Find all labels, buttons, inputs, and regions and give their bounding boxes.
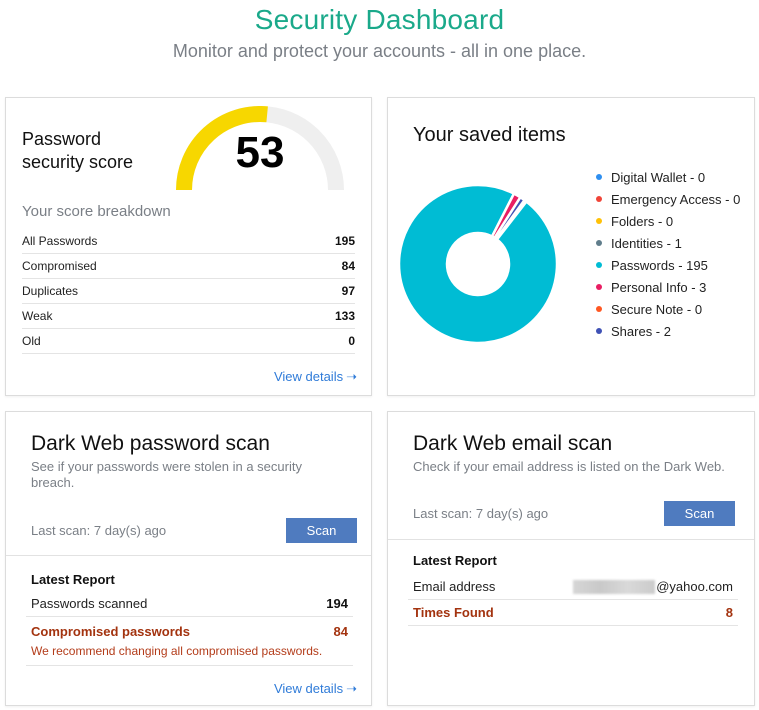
legend-dot-icon: [596, 306, 602, 312]
legend-label: Identities - 1: [611, 235, 682, 251]
legend-dot-icon: [596, 218, 602, 224]
report-label: Times Found: [413, 605, 494, 620]
score-value: 53: [235, 128, 285, 177]
view-details-label: View details: [273, 681, 344, 696]
compromised-recommendation: We recommend changing all compromised pa…: [31, 644, 323, 658]
password-scan-title: Dark Web password scan: [31, 432, 270, 455]
password-report-title: Latest Report: [31, 572, 115, 587]
legend-label: Personal Info - 3: [611, 279, 707, 295]
report-label: Compromised passwords: [31, 624, 190, 639]
legend-item-identities: Identities - 1: [596, 232, 740, 254]
report-value: 8: [725, 605, 733, 620]
password-scan-description: See if your passwords were stolen in a s…: [31, 459, 302, 490]
email-last-scan: Last scan: 7 day(s) ago: [413, 506, 549, 521]
page-subtitle: Monitor and protect your accounts - all …: [172, 41, 587, 61]
breakdown-label: Duplicates: [22, 284, 79, 298]
donut-slice-passwords: [397, 183, 559, 345]
report-row-compromised-passwords: Compromised passwords 84 We recommend cha…: [26, 617, 353, 666]
report-row-times-found: Times Found 8: [408, 600, 738, 626]
report-row-passwords-scanned: Passwords scanned 194: [26, 591, 353, 617]
report-label: Email address: [413, 579, 496, 594]
legend-label: Secure Note - 0: [611, 301, 703, 317]
breakdown-label: Old: [22, 334, 41, 348]
redacted-email-username: [573, 579, 656, 594]
report-value: 194: [326, 596, 348, 611]
legend-label: Emergency Access - 0: [611, 191, 741, 207]
page-title: Security Dashboard: [254, 4, 505, 35]
legend-item-personal-info: Personal Info - 3: [596, 276, 740, 298]
report-label: Passwords scanned: [31, 596, 148, 611]
breakdown-value: 0: [348, 334, 355, 348]
legend-dot-icon: [596, 328, 602, 334]
legend-item-secure-note: Secure Note - 0: [596, 298, 740, 320]
email-domain: @yahoo.com: [656, 579, 733, 594]
score-card-title: Password security score: [22, 129, 134, 172]
email-scan-title: Dark Web email scan: [413, 432, 613, 455]
password-scan-button[interactable]: Scan: [286, 518, 357, 543]
email-report-list: Email address @yahoo.com Times Found 8: [408, 574, 738, 626]
legend-item-digital-wallet: Digital Wallet - 0: [596, 166, 740, 188]
dark-web-email-scan-card: Dark Web email scan Check if your email …: [387, 411, 755, 706]
breakdown-value: 133: [334, 309, 355, 323]
legend-dot-icon: [596, 262, 602, 268]
password-last-scan: Last scan: 7 day(s) ago: [31, 523, 167, 538]
saved-items-title: Your saved items: [413, 124, 566, 146]
password-scan-view-details-link[interactable]: View details ➝: [274, 681, 357, 696]
breakdown-label: All Passwords: [22, 234, 98, 248]
arrow-right-icon: ➝: [346, 369, 357, 384]
breakdown-value: 84: [341, 259, 355, 273]
breakdown-row-duplicates: Duplicates 97: [22, 279, 355, 304]
section-divider: [6, 555, 371, 556]
breakdown-row-old: Old 0: [22, 329, 355, 354]
legend-label: Passwords - 195: [611, 257, 708, 273]
email-report-title: Latest Report: [413, 553, 497, 568]
email-address-value: @yahoo.com: [573, 579, 733, 594]
report-row-email-address: Email address @yahoo.com: [408, 574, 738, 600]
email-scan-button[interactable]: Scan: [664, 501, 735, 526]
view-details-label: View details: [273, 369, 344, 384]
legend-item-passwords: Passwords - 195: [596, 254, 740, 276]
saved-items-donut-chart: [397, 183, 559, 345]
email-scan-description: Check if your email address is listed on…: [413, 459, 725, 474]
legend-dot-icon: [596, 196, 602, 202]
legend-label: Shares - 2: [611, 323, 671, 339]
score-breakdown-list: All Passwords 195 Compromised 84 Duplicate…: [22, 229, 355, 354]
breakdown-row-compromised: Compromised 84: [22, 254, 355, 279]
password-report-list: Passwords scanned 194 Compromised passwor…: [26, 591, 353, 666]
legend-item-shares: Shares - 2: [596, 320, 740, 342]
breakdown-value: 195: [334, 234, 355, 248]
password-score-card: Password security score 53 Your score br…: [5, 97, 372, 396]
section-divider: [388, 539, 754, 540]
breakdown-row-all-passwords: All Passwords 195: [22, 229, 355, 254]
legend-item-emergency-access: Emergency Access - 0: [596, 188, 740, 210]
legend-dot-icon: [596, 240, 602, 246]
legend-dot-icon: [596, 284, 602, 290]
breakdown-title: Your score breakdown: [22, 203, 171, 220]
report-value: 84: [333, 624, 348, 639]
legend-dot-icon: [596, 174, 602, 180]
breakdown-row-weak: Weak 133: [22, 304, 355, 329]
breakdown-label: Compromised: [22, 259, 97, 273]
saved-items-card: Your saved items Digital Wallet - 0 Emer…: [387, 97, 755, 396]
legend-label: Folders - 0: [611, 213, 674, 229]
arrow-right-icon: ➝: [346, 681, 357, 696]
saved-items-legend: Digital Wallet - 0 Emergency Access - 0 …: [596, 166, 740, 342]
breakdown-label: Weak: [22, 309, 53, 323]
score-view-details-link[interactable]: View details ➝: [274, 369, 357, 384]
dark-web-password-scan-card: Dark Web password scan See if your passw…: [5, 411, 372, 706]
legend-label: Digital Wallet - 0: [611, 169, 706, 185]
legend-item-folders: Folders - 0: [596, 210, 740, 232]
breakdown-value: 97: [341, 284, 355, 298]
